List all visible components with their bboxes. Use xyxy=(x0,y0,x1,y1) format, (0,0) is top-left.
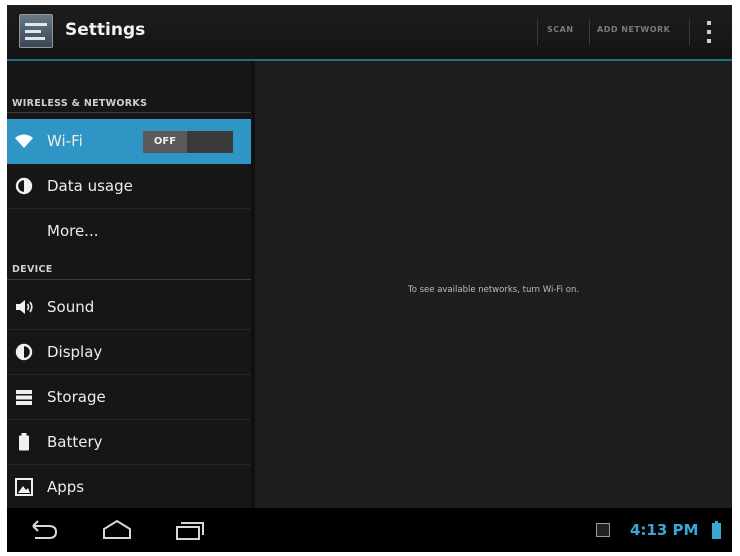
action-separator xyxy=(537,19,538,45)
add-network-button[interactable]: ADD NETWORK xyxy=(597,25,670,34)
screenshot-notification-icon[interactable] xyxy=(596,523,610,537)
wifi-icon xyxy=(15,134,33,148)
settings-app-icon[interactable] xyxy=(19,14,53,48)
sidebar-item-wifi[interactable]: Wi-Fi OFF xyxy=(7,119,251,164)
sidebar-item-data-usage[interactable]: Data usage xyxy=(7,164,251,209)
sidebar-item-more[interactable]: More... xyxy=(7,209,251,254)
apps-icon xyxy=(15,478,33,496)
action-separator xyxy=(589,19,590,45)
section-divider xyxy=(7,112,251,113)
home-icon[interactable] xyxy=(99,518,135,542)
action-separator xyxy=(689,19,690,45)
battery-icon xyxy=(19,433,29,451)
overflow-menu-icon[interactable] xyxy=(704,19,714,45)
settings-sidebar: WIRELESS & NETWORKS Wi-Fi OFF Data usage… xyxy=(7,61,251,508)
wifi-toggle-state: OFF xyxy=(143,131,187,153)
sidebar-item-label: Storage xyxy=(47,388,106,406)
sidebar-item-storage[interactable]: Storage xyxy=(7,375,251,420)
sidebar-item-label: Data usage xyxy=(47,177,133,195)
sidebar-item-label: Wi-Fi xyxy=(47,132,83,150)
display-icon xyxy=(15,343,33,361)
system-navigation-bar: 4:13 PM xyxy=(7,508,732,552)
sidebar-item-label: Battery xyxy=(47,433,103,451)
tablet-screen: Settings SCAN ADD NETWORK WIRELESS & NET… xyxy=(7,5,732,552)
sidebar-item-apps[interactable]: Apps xyxy=(7,465,251,508)
wifi-toggle[interactable]: OFF xyxy=(143,131,233,153)
battery-status-icon[interactable] xyxy=(712,521,721,539)
status-clock[interactable]: 4:13 PM xyxy=(630,521,698,539)
empty-state-message: To see available networks, turn Wi-Fi on… xyxy=(407,285,580,295)
section-header-device: DEVICE xyxy=(12,264,53,275)
page-title: Settings xyxy=(65,20,146,40)
speaker-icon xyxy=(16,300,33,314)
storage-icon xyxy=(16,390,32,405)
sidebar-item-battery[interactable]: Battery xyxy=(7,420,251,465)
data-usage-icon xyxy=(15,177,33,195)
sidebar-item-label: Display xyxy=(47,343,103,361)
recent-apps-icon[interactable] xyxy=(172,518,208,542)
section-header-wireless: WIRELESS & NETWORKS xyxy=(12,98,148,109)
sidebar-item-display[interactable]: Display xyxy=(7,330,251,375)
sidebar-item-label: More... xyxy=(47,222,99,240)
back-icon[interactable] xyxy=(25,518,61,542)
scan-button[interactable]: SCAN xyxy=(547,25,574,34)
wifi-details-pane: To see available networks, turn Wi-Fi on… xyxy=(255,61,732,508)
section-divider xyxy=(7,279,251,280)
sidebar-item-label: Sound xyxy=(47,298,95,316)
sidebar-item-sound[interactable]: Sound xyxy=(7,285,251,330)
sidebar-item-label: Apps xyxy=(47,478,85,496)
action-bar: Settings SCAN ADD NETWORK xyxy=(7,5,732,61)
